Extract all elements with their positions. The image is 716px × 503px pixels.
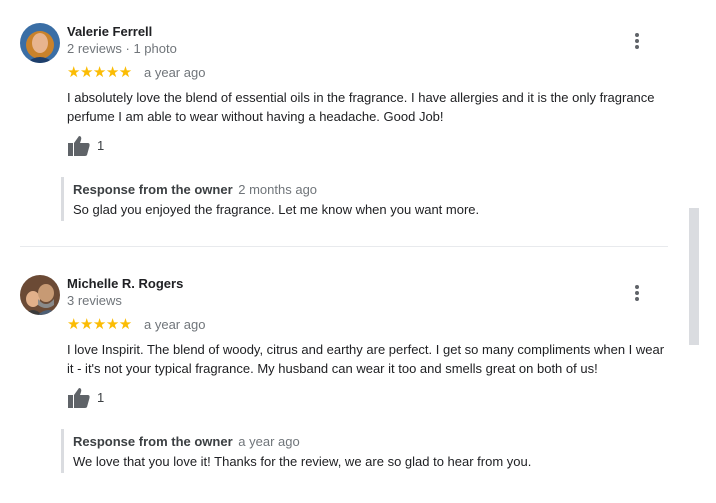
review-date: a year ago — [144, 317, 206, 332]
owner-response: Response from the owner 2 months ago So … — [61, 177, 682, 221]
like-count: 1 — [97, 138, 105, 153]
response-date: a year ago — [238, 434, 300, 449]
star-rating: ★★★★★ — [67, 64, 132, 81]
like-count: 1 — [97, 390, 105, 405]
response-label: Response from the owner — [73, 182, 233, 197]
response-date: 2 months ago — [238, 182, 318, 197]
response-label: Response from the owner — [73, 434, 233, 449]
star-rating: ★★★★★ — [67, 316, 132, 333]
reviewer-meta: 2 reviews · 1 photo — [67, 41, 177, 56]
more-options-button[interactable] — [630, 283, 644, 303]
scrollbar-thumb[interactable] — [689, 208, 699, 345]
more-options-button[interactable] — [630, 31, 644, 51]
owner-response: Response from the owner a year ago We lo… — [61, 429, 682, 473]
thumbs-up-icon — [68, 136, 90, 156]
more-vert-icon — [635, 285, 639, 289]
divider — [20, 246, 668, 247]
reviewer-name[interactable]: Valerie Ferrell — [67, 24, 152, 39]
avatar[interactable] — [20, 23, 60, 63]
reviewer-name[interactable]: Michelle R. Rogers — [67, 276, 183, 291]
review-date: a year ago — [144, 65, 206, 80]
thumbs-up-icon — [68, 388, 90, 408]
review-text: I absolutely love the blend of essential… — [67, 90, 655, 124]
response-text: We love that you love it! Thanks for the… — [73, 454, 532, 469]
reviewer-meta: 3 reviews — [67, 293, 122, 308]
avatar[interactable] — [20, 275, 60, 315]
like-button[interactable]: 1 — [67, 387, 127, 409]
response-text: So glad you enjoyed the fragrance. Let m… — [73, 202, 480, 217]
like-button[interactable]: 1 — [67, 135, 127, 157]
more-vert-icon — [635, 33, 639, 37]
review-text: I love Inspirit. The blend of woody, cit… — [67, 342, 665, 376]
